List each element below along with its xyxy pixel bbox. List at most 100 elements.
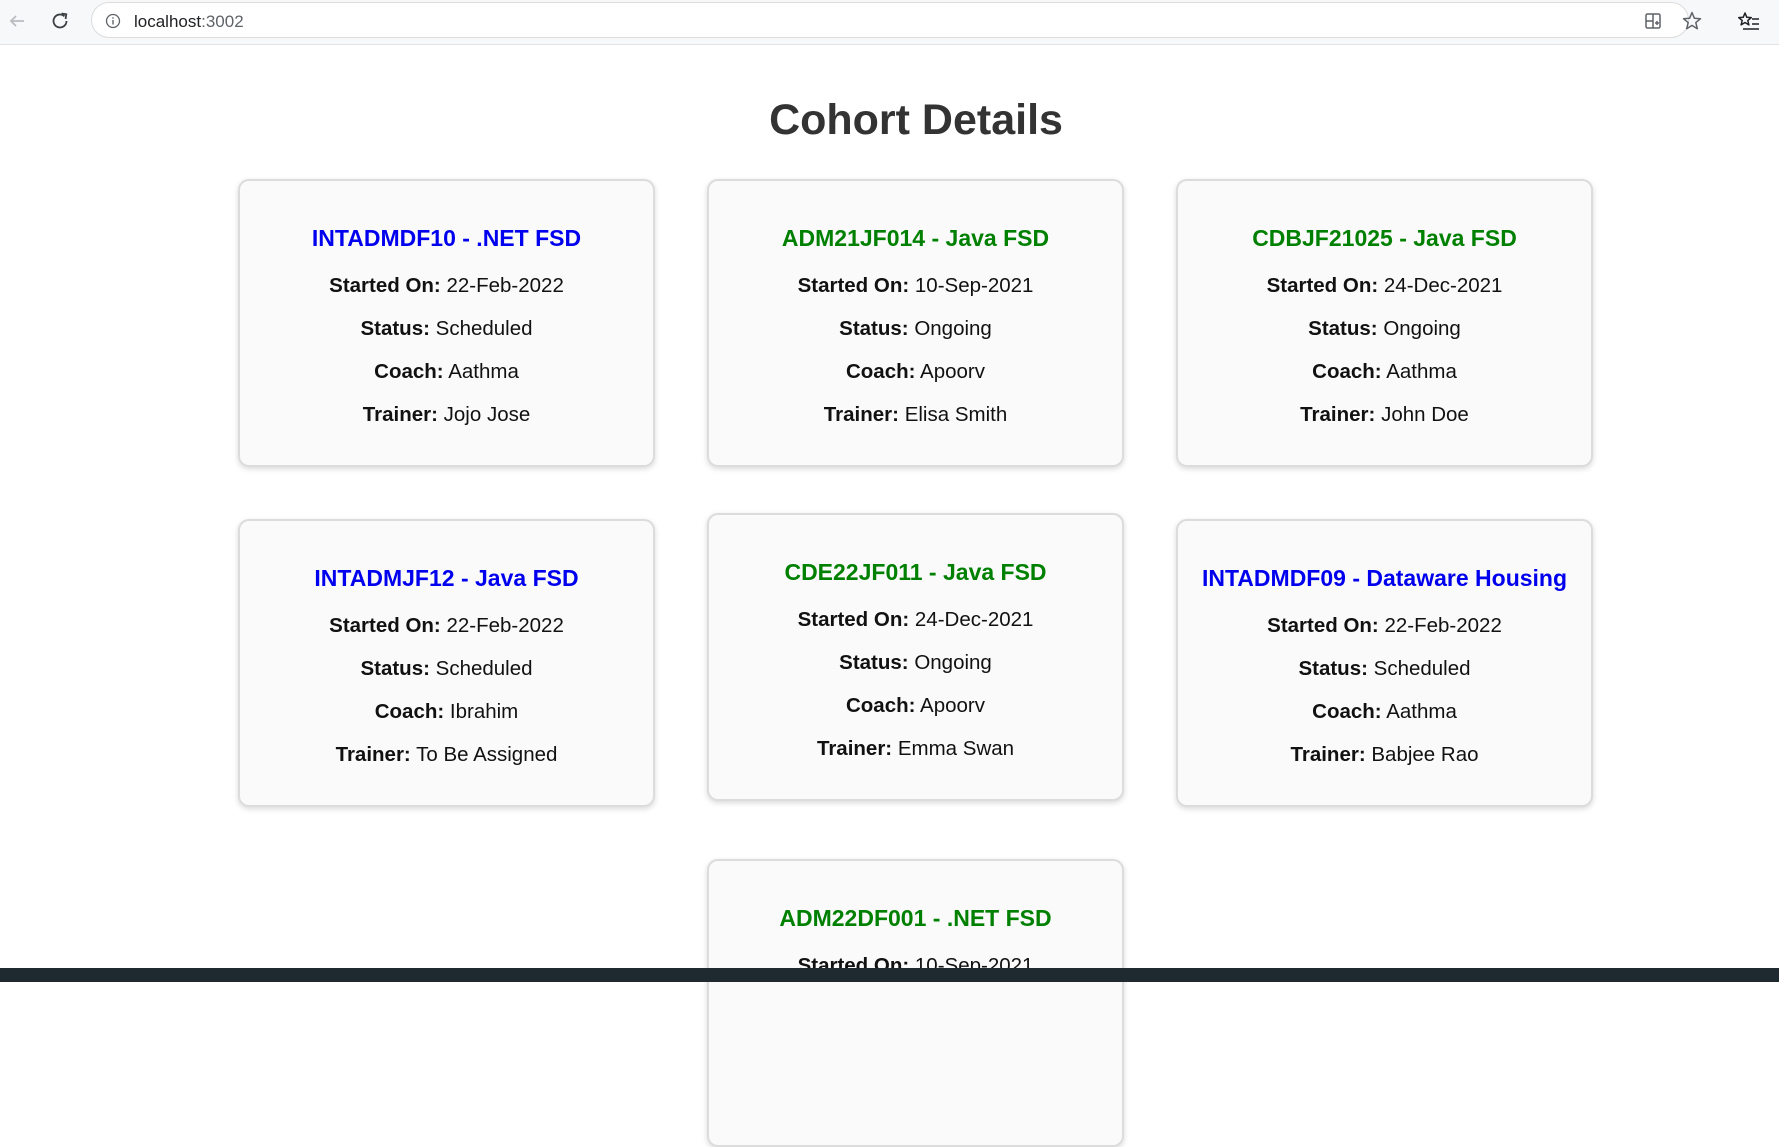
coach-value: Ibrahim [449,700,519,723]
trainer-value: Elisa Smith [904,403,1008,426]
coach-label: Coach: [845,694,916,717]
started-on-field: Started On: 22-Feb-2022 [1178,614,1591,638]
coach-value: Apoorv [920,360,986,383]
started-on-value: 22-Feb-2022 [446,614,564,637]
coach-label: Coach: [1312,700,1382,723]
cohort-card: INTADMJF12 - Java FSD Started On: 22-Feb… [238,519,655,807]
os-taskbar [0,968,1779,982]
started-on-field: Started On: 24-Dec-2021 [709,608,1122,632]
cohort-title: INTADMDF10 - .NET FSD [311,225,582,251]
trainer-label: Trainer: [1300,403,1376,426]
started-on-field: Started On: 22-Feb-2022 [240,614,653,638]
trainer-label: Trainer: [816,737,893,760]
coach-label: Coach: [374,360,444,383]
cohort-title: ADM21JF014 - Java FSD [781,225,1050,251]
trainer-value: Jojo Jose [443,403,531,426]
back-button[interactable] [2,6,32,36]
reload-button[interactable] [45,6,75,36]
coach-value: Apoorv [920,694,986,717]
coach-field: Coach: Apoorv [709,360,1122,384]
address-bar[interactable]: localhost:3002 [91,2,1702,38]
coach-field: Coach: Ibrahim [240,700,653,724]
page-title: Cohort Details [769,96,1063,144]
reload-icon [52,12,68,29]
started-on-field: Started On: 22-Feb-2022 [240,274,653,298]
status-field: Status: Ongoing [709,651,1122,675]
cohort-title: ADM22DF001 - .NET FSD [779,905,1052,931]
trainer-field: Trainer: Emma Swan [709,737,1122,761]
cohort-card: CDBJF21025 - Java FSD Started On: 24-Dec… [1176,179,1593,467]
url-host: localhost [134,12,202,31]
coach-field: Coach: Aathma [1178,700,1591,724]
trainer-label: Trainer: [362,403,438,426]
status-field: Status: Scheduled [1178,657,1591,681]
trainer-value: John Doe [1381,403,1469,426]
status-label: Status: [1298,657,1368,680]
url-port: :3002 [201,12,244,31]
status-field: Status: Scheduled [240,317,653,341]
started-on-label: Started On: [329,274,441,297]
coach-label: Coach: [374,700,445,723]
coach-label: Coach: [845,360,916,383]
trainer-field: Trainer: John Doe [1178,403,1591,427]
coach-field: Coach: Aathma [1178,360,1591,384]
cohort-card: ADM21JF014 - Java FSD Started On: 10-Sep… [707,179,1124,467]
star-icon[interactable] [1680,9,1704,33]
cohort-title: INTADMDF09 - Dataware Housing [1201,565,1568,591]
started-on-value: 22-Feb-2022 [446,274,564,297]
info-circle-icon[interactable] [104,12,122,30]
coach-value: Aathma [1386,700,1457,723]
started-on-value: 24-Dec-2021 [914,608,1034,631]
started-on-field: Started On: 24-Dec-2021 [1178,274,1591,298]
cohort-card: ADM22DF001 - .NET FSD Started On: 10-Sep… [707,859,1124,1147]
cohort-card: INTADMDF10 - .NET FSD Started On: 22-Feb… [238,179,655,467]
status-label: Status: [360,657,430,680]
status-value: Scheduled [1373,657,1471,680]
cohort-title: CDE22JF011 - Java FSD [784,559,1047,585]
status-label: Status: [839,651,909,674]
trainer-label: Trainer: [1290,743,1366,766]
started-on-label: Started On: [329,614,441,637]
status-label: Status: [360,317,430,340]
cohort-title: INTADMJF12 - Java FSD [314,565,579,591]
coach-field: Coach: Aathma [240,360,653,384]
browser-toolbar: localhost:3002 [0,0,1779,45]
arrow-left-icon [9,15,24,27]
cohort-title: CDBJF21025 - Java FSD [1252,225,1517,251]
status-value: Scheduled [435,317,533,340]
trainer-label: Trainer: [335,743,411,766]
install-app-icon[interactable] [1641,9,1665,33]
started-on-field: Started On: 10-Sep-2021 [709,274,1122,298]
trainer-value: Babjee Rao [1371,743,1479,766]
started-on-label: Started On: [797,608,910,631]
status-value: Ongoing [1383,317,1461,340]
coach-value: Aathma [1386,360,1457,383]
started-on-value: 24-Dec-2021 [1383,274,1503,297]
trainer-field: Trainer: To Be Assigned [240,743,653,767]
started-on-value: 10-Sep-2021 [914,274,1034,297]
status-label: Status: [839,317,909,340]
started-on-label: Started On: [797,274,910,297]
cohort-card: INTADMDF09 - Dataware Housing Started On… [1176,519,1593,807]
favorites-list-icon[interactable] [1735,8,1763,36]
status-field: Status: Ongoing [709,317,1122,341]
coach-value: Aathma [448,360,519,383]
url-text[interactable]: localhost:3002 [134,12,244,32]
started-on-value: 22-Feb-2022 [1384,614,1502,637]
trainer-field: Trainer: Elisa Smith [709,403,1122,427]
coach-field: Coach: Apoorv [709,694,1122,718]
cohort-card: CDE22JF011 - Java FSD Started On: 24-Dec… [707,513,1124,801]
trainer-field: Trainer: Babjee Rao [1178,743,1591,767]
status-value: Ongoing [914,317,992,340]
trainer-label: Trainer: [823,403,899,426]
status-label: Status: [1308,317,1378,340]
coach-label: Coach: [1312,360,1382,383]
status-field: Status: Scheduled [240,657,653,681]
status-field: Status: Ongoing [1178,317,1591,341]
trainer-value: Emma Swan [897,737,1015,760]
trainer-field: Trainer: Jojo Jose [240,403,653,427]
status-value: Ongoing [914,651,992,674]
started-on-label: Started On: [1266,274,1379,297]
started-on-label: Started On: [1267,614,1379,637]
status-value: Scheduled [435,657,533,680]
